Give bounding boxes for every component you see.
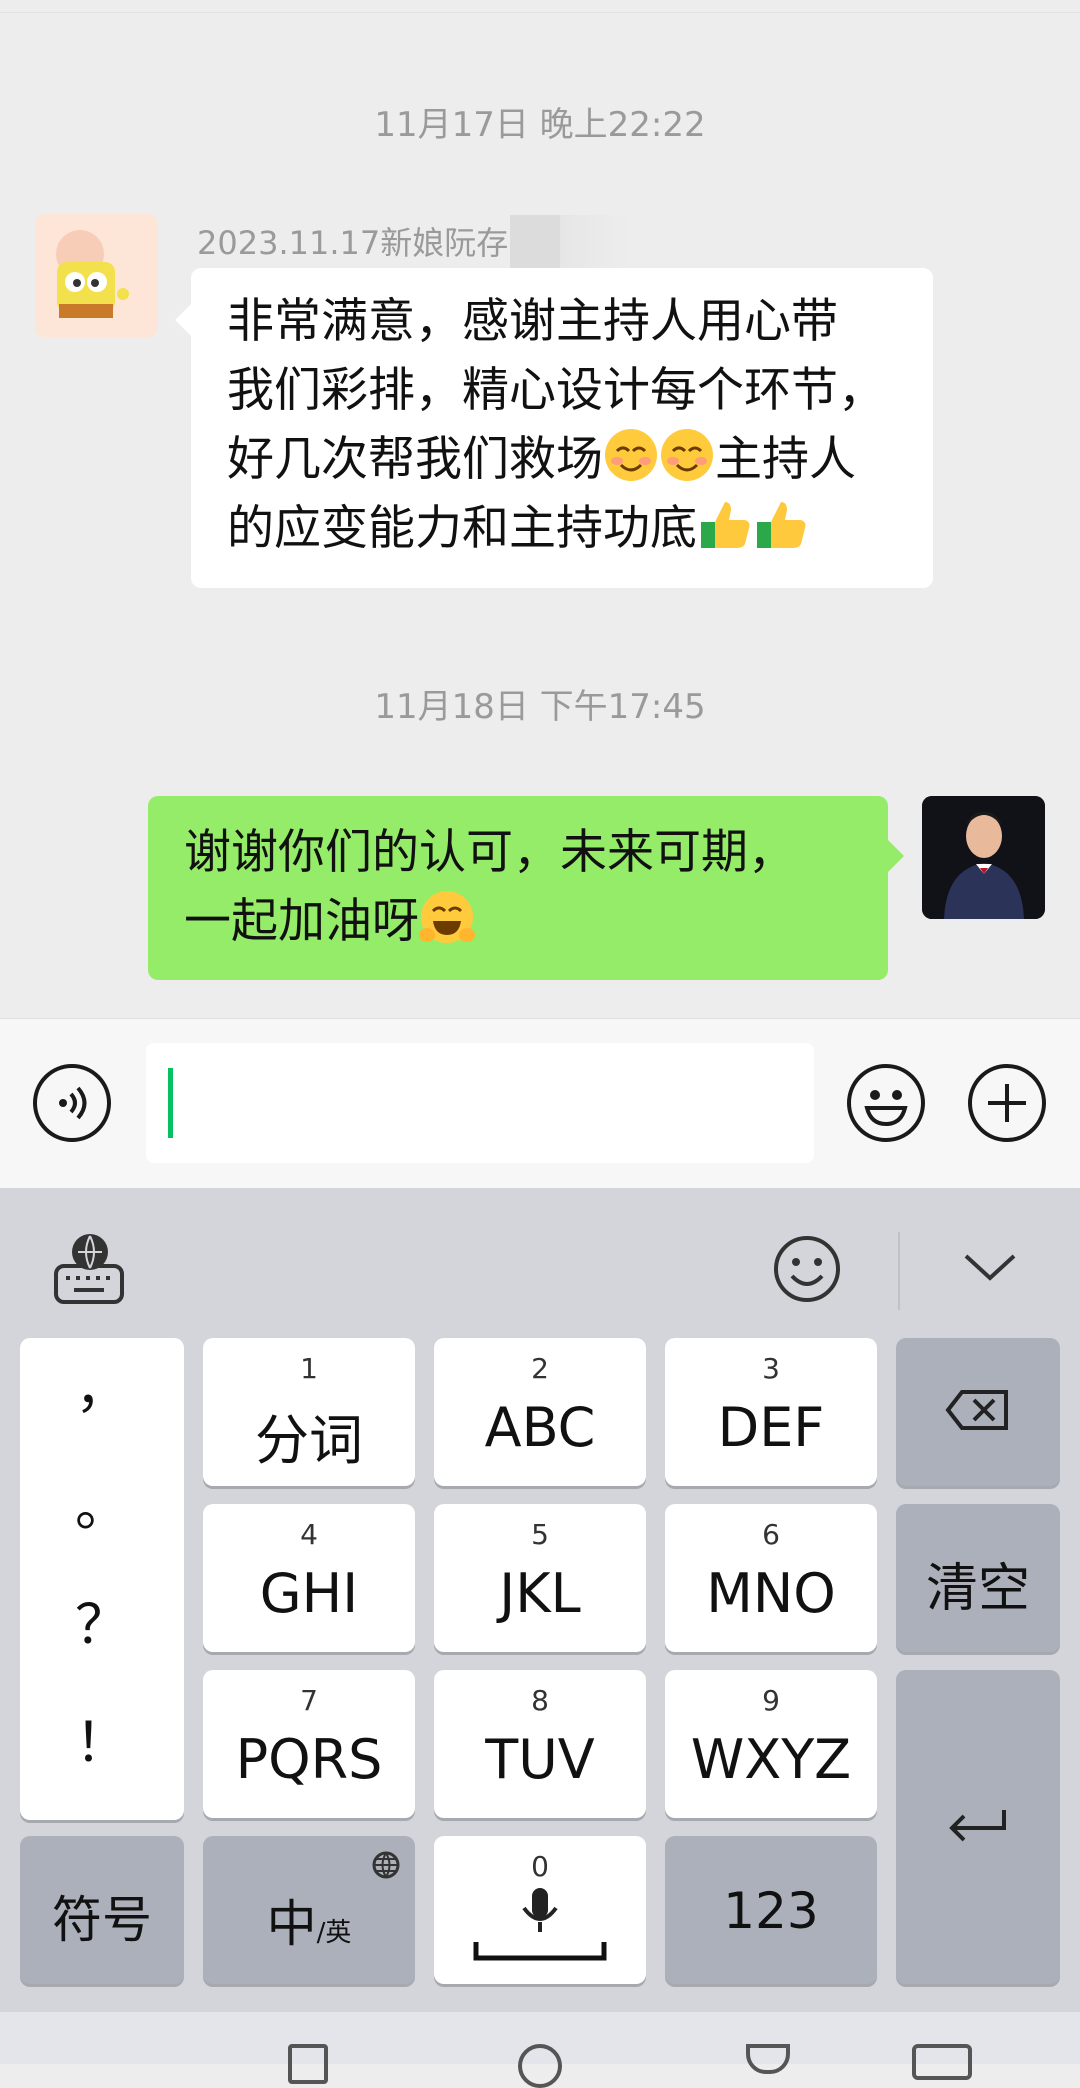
punct-comma[interactable]: ， xyxy=(20,1362,184,1416)
backspace-icon xyxy=(945,1390,1008,1430)
key-label: JKL xyxy=(499,1562,581,1625)
symbols-label: 符号 xyxy=(52,1891,152,1949)
timestamp: 11月17日 晚上22:22 xyxy=(374,105,706,145)
chevron-down-icon[interactable] xyxy=(962,1250,1018,1284)
toolbar-divider xyxy=(898,1232,900,1310)
key-number: 5 xyxy=(531,1518,549,1551)
key-number: 8 xyxy=(531,1684,549,1717)
key-number: 4 xyxy=(300,1518,318,1551)
lang-sub: /英 xyxy=(316,1918,352,1948)
clear-label: 清空 xyxy=(925,1559,1030,1619)
emoji-icon xyxy=(864,1090,908,1127)
text-caret xyxy=(168,1068,173,1138)
key-7[interactable]: 7 PQRS xyxy=(203,1670,415,1818)
back-nav-icon[interactable] xyxy=(288,2044,328,2084)
punct-exclaim[interactable]: ！ xyxy=(20,1716,184,1770)
key-number: 3 xyxy=(762,1352,780,1385)
top-divider xyxy=(0,0,1080,13)
message-line: 一起加油呀 xyxy=(184,887,852,956)
message-line: 我们彩排，精心设计每个环节， xyxy=(227,363,885,418)
input-bar xyxy=(0,1018,1080,1189)
message-line: 的应变能力和主持功底 xyxy=(227,494,897,563)
recent-nav-icon[interactable] xyxy=(746,2044,790,2074)
thumbs-up-emoji xyxy=(701,502,750,548)
sender-name: 2023.11.17新娘阮存 xyxy=(197,224,509,262)
redaction-fade xyxy=(560,215,630,269)
more-button[interactable] xyxy=(968,1064,1046,1142)
home-nav-icon[interactable] xyxy=(518,2044,562,2088)
enter-icon xyxy=(949,1810,1006,1842)
plus-icon xyxy=(988,1084,1026,1122)
enter-key[interactable] xyxy=(896,1670,1060,1984)
voice-icon xyxy=(59,1086,87,1120)
key-label: DEF xyxy=(717,1396,825,1459)
key-8[interactable]: 8 TUV xyxy=(434,1670,646,1818)
symbols-key[interactable]: 符号 xyxy=(20,1836,184,1984)
thumbs-up-emoji xyxy=(757,502,806,548)
incoming-message-bubble[interactable]: 非常满意，感谢主持人用心带 我们彩排，精心设计每个环节， 好几次帮我们救场 主持人… xyxy=(175,268,933,588)
keyboard-globe-icon[interactable] xyxy=(52,1230,128,1306)
key-9[interactable]: 9 WXYZ xyxy=(665,1670,877,1818)
language-key[interactable]: 中/英 xyxy=(203,1836,415,1984)
mic-icon xyxy=(473,1888,607,1961)
key-number: 2 xyxy=(531,1352,549,1385)
space-key[interactable]: 0 xyxy=(434,1836,646,1984)
key-label: GHI xyxy=(259,1562,359,1625)
smiling-emoji xyxy=(605,429,657,481)
message-line: 非常满意，感谢主持人用心带 xyxy=(227,294,838,349)
message-line: 谢谢你们的认可，未来可期， xyxy=(184,825,795,880)
key-number: 6 xyxy=(762,1518,780,1551)
message-input[interactable] xyxy=(146,1043,814,1163)
numbers-key[interactable]: 123 xyxy=(665,1836,877,1984)
my-avatar[interactable] xyxy=(922,796,1045,919)
key-number: 1 xyxy=(300,1352,318,1385)
message-line: 好几次帮我们救场 主持人 xyxy=(227,425,897,494)
emoji-button[interactable] xyxy=(847,1064,925,1142)
system-nav-bar xyxy=(0,2012,1080,2088)
grin-emoji xyxy=(419,891,475,943)
key-number: 9 xyxy=(762,1684,780,1717)
smiley-icon[interactable] xyxy=(772,1234,842,1304)
sender-avatar[interactable] xyxy=(35,214,158,337)
smiling-emoji xyxy=(661,429,713,481)
keyboard: ， 。 ？ ！ 1 分词 2 ABC 3 DEF 4 GHI 5 JKL 6 MNO 清空 … xyxy=(0,1188,1080,2012)
key-3[interactable]: 3 DEF xyxy=(665,1338,877,1486)
key-4[interactable]: 4 GHI xyxy=(203,1504,415,1652)
numbers-label: 123 xyxy=(723,1882,819,1940)
key-number: 0 xyxy=(531,1850,549,1883)
key-label: PQRS xyxy=(235,1728,383,1791)
outgoing-message-bubble[interactable]: 谢谢你们的认可，未来可期， 一起加油呀 xyxy=(148,796,904,980)
lang-main: 中 xyxy=(266,1895,317,1953)
voice-button[interactable] xyxy=(33,1064,111,1142)
key-number: 7 xyxy=(300,1684,318,1717)
key-2[interactable]: 2 ABC xyxy=(434,1338,646,1486)
timestamp: 11月18日 下午17:45 xyxy=(374,687,706,727)
globe-icon xyxy=(372,1851,400,1879)
key-1[interactable]: 1 分词 xyxy=(203,1338,415,1486)
key-5[interactable]: 5 JKL xyxy=(434,1504,646,1652)
key-label: WXYZ xyxy=(690,1728,852,1791)
punctuation-key[interactable]: ， 。 ？ ！ xyxy=(20,1338,184,1820)
key-label: 分词 xyxy=(255,1409,363,1472)
redaction xyxy=(510,215,560,269)
keyboard-nav-icon[interactable] xyxy=(912,2044,972,2080)
key-6[interactable]: 6 MNO xyxy=(665,1504,877,1652)
key-label: TUV xyxy=(485,1728,595,1791)
punct-period[interactable]: 。 xyxy=(20,1480,184,1534)
chat-area: 11月17日 晚上22:22 2023.11.17新娘阮存 非常满意，感谢主持人… xyxy=(0,0,1080,1018)
key-label: MNO xyxy=(706,1562,836,1625)
key-label: ABC xyxy=(484,1396,596,1459)
clear-key[interactable]: 清空 xyxy=(896,1504,1060,1652)
backspace-key[interactable] xyxy=(896,1338,1060,1486)
punct-question[interactable]: ？ xyxy=(20,1598,184,1652)
